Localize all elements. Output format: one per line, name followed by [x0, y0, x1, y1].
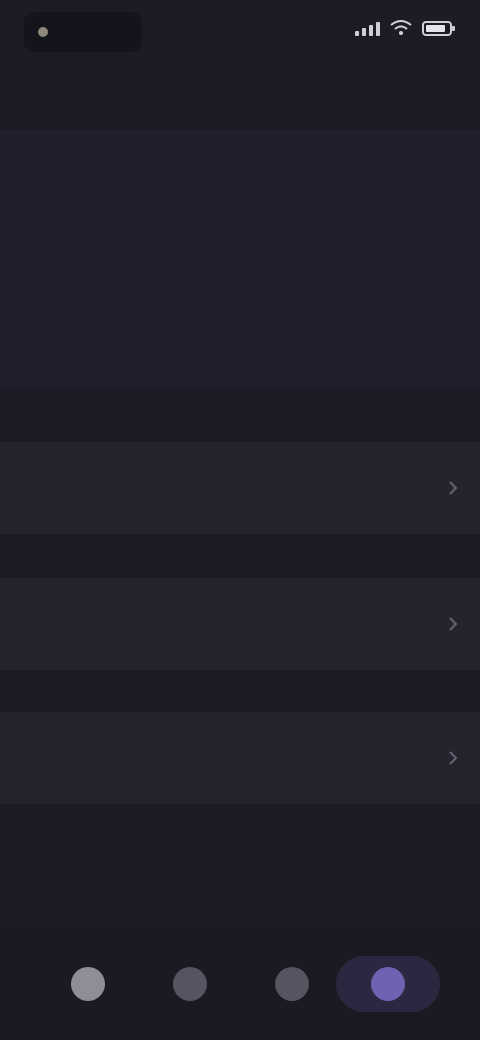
- wifi-icon: [390, 20, 412, 35]
- chevron-right-icon: [449, 617, 458, 631]
- status-left: [24, 12, 142, 52]
- nav-item-home[interactable]: [60, 956, 116, 1012]
- settings-screen: [0, 0, 480, 1040]
- danger-row: [0, 868, 480, 918]
- camera-dot-icon: [38, 27, 48, 37]
- info-row: [22, 208, 458, 244]
- list-item[interactable]: [0, 442, 480, 534]
- profile-icon: [371, 967, 405, 1001]
- chevron-right-icon: [449, 481, 458, 495]
- nav-item-profile[interactable]: [336, 956, 440, 1012]
- list-item[interactable]: [0, 578, 480, 670]
- chat-icon: [275, 967, 309, 1001]
- bottom-nav: [0, 928, 480, 1040]
- info-row: [22, 272, 458, 308]
- list-item[interactable]: [0, 712, 480, 804]
- search-icon: [173, 967, 207, 1001]
- chevron-right-icon: [449, 751, 458, 765]
- nav-item-chat[interactable]: [264, 956, 320, 1012]
- battery-icon: [422, 20, 455, 36]
- account-info-card: [0, 130, 480, 388]
- nav-item-search[interactable]: [162, 956, 218, 1012]
- status-bar: [0, 0, 480, 64]
- status-icons: [355, 20, 455, 36]
- home-icon: [71, 967, 105, 1001]
- signal-icon: [355, 20, 380, 36]
